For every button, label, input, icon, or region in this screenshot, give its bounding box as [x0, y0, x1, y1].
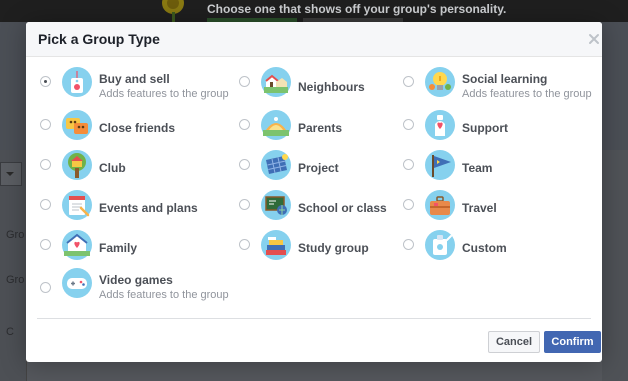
books-icon [261, 230, 291, 260]
group-type-option-club[interactable]: Club [40, 150, 210, 184]
option-label: Social learning [462, 72, 548, 86]
group-type-option-school-or-class[interactable]: School or class [239, 190, 394, 224]
footer-divider [37, 318, 591, 319]
pennant-flag-icon [425, 150, 455, 180]
gamepad-icon [62, 268, 92, 298]
option-label: Close friends [99, 121, 176, 135]
radio-button[interactable] [239, 159, 250, 170]
background-right-rail [602, 190, 628, 381]
chalkboard-icon [261, 190, 291, 220]
option-label: Neighbours [298, 80, 365, 94]
option-label: Study group [298, 241, 369, 255]
sunflower-mascot-icon [156, 0, 190, 22]
radio-button[interactable] [40, 76, 51, 87]
group-type-option-video-games[interactable]: Video games Adds features to the group [40, 268, 240, 302]
group-type-option-close-friends[interactable]: Close friends [40, 110, 210, 144]
radio-button[interactable] [403, 119, 414, 130]
group-type-option-support[interactable]: Support [403, 110, 553, 144]
radio-button[interactable] [40, 119, 51, 130]
group-type-option-study-group[interactable]: Study group [239, 230, 389, 264]
cancel-button[interactable]: Cancel [488, 331, 540, 353]
radio-button[interactable] [403, 76, 414, 87]
radio-button[interactable] [40, 282, 51, 293]
background-text: C [6, 326, 14, 338]
group-type-option-travel[interactable]: Travel [403, 190, 553, 224]
option-label: Travel [462, 201, 497, 215]
dialog-header: Pick a Group Type [26, 22, 602, 57]
background-text: Gro [6, 274, 25, 286]
radio-button[interactable] [40, 199, 51, 210]
option-label: Buy and sell [99, 72, 170, 86]
radio-button[interactable] [40, 239, 51, 250]
group-type-option-team[interactable]: Team [403, 150, 553, 184]
group-type-option-social-learning[interactable]: Social learning Adds features to the gro… [403, 67, 598, 101]
group-type-option-custom[interactable]: Custom [403, 230, 553, 264]
radio-button[interactable] [403, 239, 414, 250]
radio-button[interactable] [40, 159, 51, 170]
option-label: Parents [298, 121, 343, 135]
group-type-option-parents[interactable]: Parents [239, 110, 389, 144]
option-label: Team [462, 161, 493, 175]
background-headline: Choose one that shows off your group's p… [207, 2, 507, 16]
friends-icon [62, 110, 92, 140]
group-type-option-buy-and-sell[interactable]: Buy and sell Adds features to the group [40, 67, 240, 101]
group-type-option-project[interactable]: Project [239, 150, 389, 184]
background-dropdown [0, 162, 22, 186]
dialog-title: Pick a Group Type [38, 31, 160, 47]
lightbulb-icon [425, 67, 455, 97]
custom-icon [425, 230, 455, 260]
option-label: Custom [462, 241, 507, 255]
radio-button[interactable] [239, 119, 250, 130]
club-tree-icon [62, 150, 92, 180]
neighbourhood-icon [261, 67, 291, 97]
calendar-icon [62, 190, 92, 220]
radio-button[interactable] [239, 76, 250, 87]
price-tag-icon [62, 67, 92, 97]
group-type-option-neighbours[interactable]: Neighbours [239, 67, 389, 101]
option-label: Family [99, 241, 138, 255]
house-heart-icon [62, 230, 92, 260]
heart-hand-icon [425, 110, 455, 140]
option-description: Adds features to the group [99, 289, 229, 301]
radio-button[interactable] [403, 199, 414, 210]
option-label: School or class [298, 201, 387, 215]
radio-button[interactable] [403, 159, 414, 170]
radio-button[interactable] [239, 199, 250, 210]
option-label: Club [99, 161, 126, 175]
background-text: Gro [6, 229, 25, 241]
option-label: Support [462, 121, 508, 135]
option-label: Project [298, 161, 339, 175]
pick-group-type-dialog: Pick a Group Type Buy and sell Adds feat… [26, 22, 602, 362]
option-description: Adds features to the group [99, 88, 229, 100]
option-description: Adds features to the group [462, 88, 592, 100]
close-icon[interactable] [588, 32, 600, 44]
confirm-button[interactable]: Confirm [544, 331, 601, 353]
group-type-option-family[interactable]: Family [40, 230, 210, 264]
parents-icon [261, 110, 291, 140]
radio-button[interactable] [239, 239, 250, 250]
option-label: Events and plans [99, 201, 198, 215]
solar-panel-icon [261, 150, 291, 180]
group-type-option-events-and-plans[interactable]: Events and plans [40, 190, 220, 224]
option-label: Video games [99, 273, 173, 287]
suitcase-icon [425, 190, 455, 220]
